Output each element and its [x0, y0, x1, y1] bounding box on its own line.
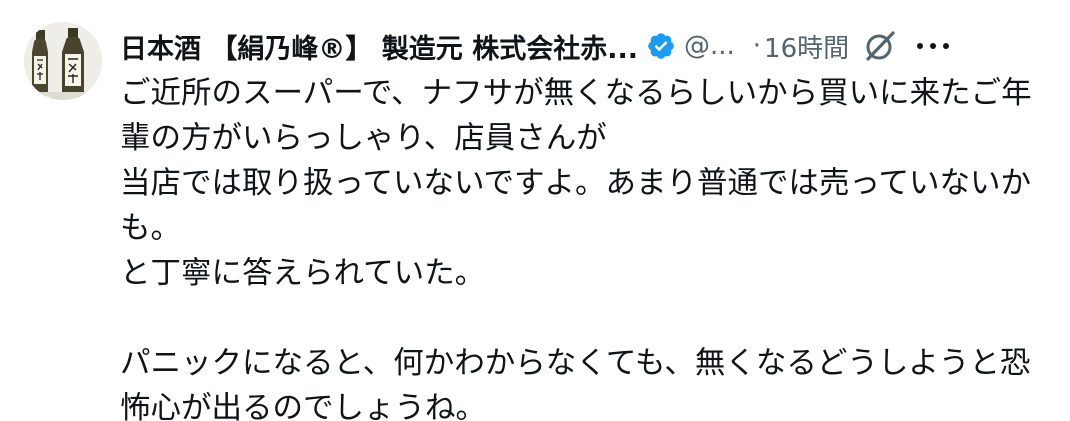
more-dots-icon[interactable] — [917, 29, 950, 63]
grok-icon[interactable] — [863, 29, 897, 63]
time-separator: · — [752, 31, 762, 61]
verified-badge-icon[interactable] — [646, 31, 676, 61]
tweet-text-line: ご近所のスーパーで、ナフサが無くなるらしいから買いに来たご年 — [120, 76, 1032, 111]
tweet-text: ご近所のスーパーで、ナフサが無くなるらしいから買いに来たご年 輩の方がいらっしゃ… — [120, 71, 1045, 421]
sake-bottles-avatar — [24, 22, 102, 100]
tweet-text-line: パニックになると、何かわからなくても、無くなるどうしようと恐 — [120, 346, 1031, 381]
timestamp[interactable]: 16時間 — [764, 28, 849, 65]
tweet-text-line: も。 — [120, 211, 181, 246]
tweet-text-line: と丁寧に答えられていた。 — [120, 256, 486, 291]
display-name[interactable]: 日本酒 【絹乃峰®】 製造元 株式会社赤... — [120, 27, 638, 66]
tweet-text-line: 輩の方がいらっしゃり、店員さんが — [120, 121, 607, 156]
tweet-text-line: 当店では取り扱っていないですよ。あまり普通では売っていないか — [120, 166, 1032, 201]
user-handle[interactable]: @... — [684, 31, 735, 61]
tweet[interactable]: 日本酒 【絹乃峰®】 製造元 株式会社赤... @... · 16時間 ご近所の… — [0, 0, 1070, 421]
avatar[interactable] — [24, 22, 102, 100]
tweet-text-line — [120, 296, 1045, 341]
tweet-header: 日本酒 【絹乃峰®】 製造元 株式会社赤... @... · 16時間 — [120, 22, 1050, 70]
tweet-text-line: 怖心が出るのでしょうね。 — [120, 391, 486, 421]
